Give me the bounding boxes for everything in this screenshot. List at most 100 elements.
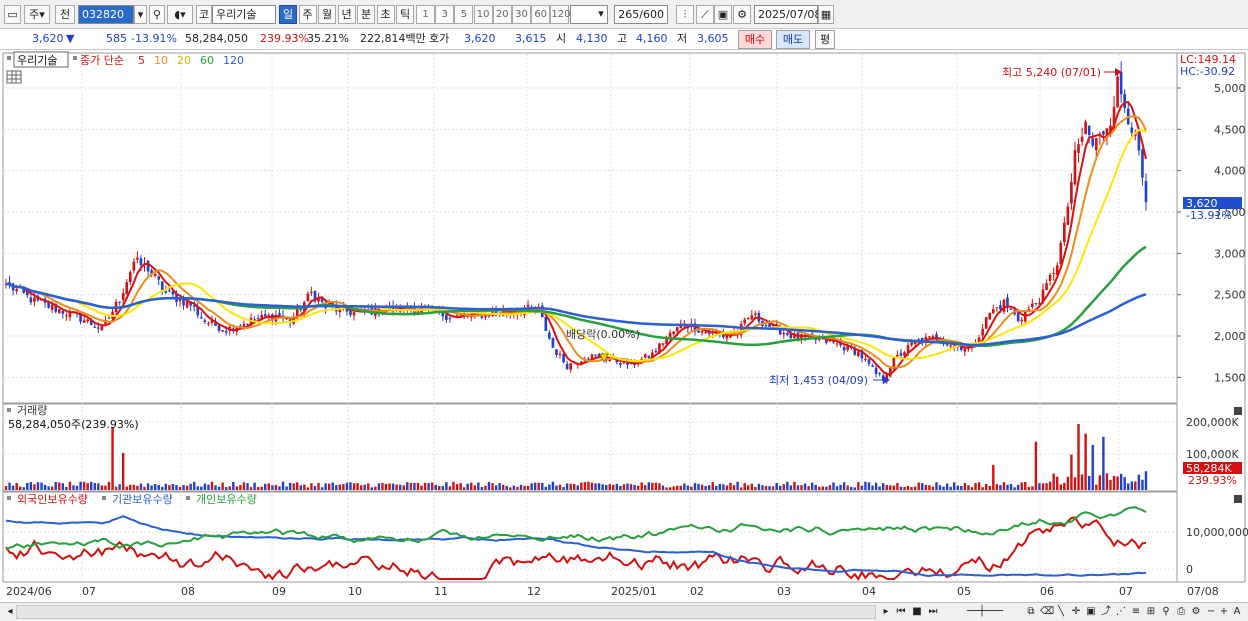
count-field[interactable]: 265/600 (614, 5, 668, 24)
stock-name-field[interactable]: 우리기술 (212, 5, 276, 24)
volume-bar (26, 482, 29, 490)
scroll-right-icon[interactable]: ▸ (880, 605, 892, 619)
date-input[interactable]: 2025/07/08 (754, 5, 821, 24)
minute-option-button[interactable]: 5 (454, 5, 474, 24)
candle-body (896, 354, 899, 357)
candle-body (128, 272, 132, 282)
grid-icon[interactable]: ⊞ (1145, 605, 1157, 619)
period-button[interactable]: 주 (298, 5, 317, 24)
volume-bar (299, 485, 302, 490)
period-button[interactable]: 틱 (396, 5, 414, 24)
high-label: 고 (617, 32, 628, 45)
fib-icon[interactable]: ≡ (1130, 605, 1142, 619)
period-button[interactable]: 년 (337, 5, 356, 24)
candle-body (1087, 125, 1091, 136)
auto-scale-icon[interactable]: A (1231, 605, 1243, 619)
minute-option-button[interactable]: 60 (531, 5, 551, 24)
zoom-out-icon[interactable]: − (1205, 605, 1217, 619)
next-page-icon[interactable]: ⏭ (927, 605, 939, 619)
scroll-left-icon[interactable]: ◂ (4, 605, 16, 619)
volume-bar (121, 452, 125, 490)
candle-body (164, 291, 168, 293)
settings-icon[interactable]: ⚙ (1190, 605, 1202, 619)
candle-body (97, 327, 100, 329)
chart-area[interactable]: 5,000 4,500 4,000 3,500 3,000 2,500 2,000 1,500… (0, 51, 1248, 602)
period-button[interactable]: 월 (318, 5, 336, 24)
x-axis-label: 03 (777, 585, 791, 598)
volume-bar (913, 486, 917, 490)
candle-body (558, 353, 562, 356)
minute-option-button[interactable]: 120 (550, 5, 570, 24)
code-dropdown-icon[interactable]: ▾ (134, 5, 147, 24)
channel-icon[interactable]: ⋰ (1115, 605, 1127, 619)
window-menu-icon[interactable]: ▭ (4, 5, 21, 24)
print-icon[interactable]: ⎙ (1175, 605, 1187, 619)
volume-bar (100, 485, 104, 490)
erase-icon[interactable]: ⌫ (1040, 605, 1054, 619)
candle-body (1080, 136, 1084, 142)
volume-panel-close-icon[interactable] (1234, 407, 1242, 415)
sell-button[interactable]: 매도 (776, 30, 810, 49)
trend-icon[interactable]: ⤴ (1100, 605, 1112, 619)
candle-body (544, 317, 548, 331)
period-button[interactable]: 분 (357, 5, 375, 24)
crosshair-icon[interactable]: ✛ (1070, 605, 1082, 619)
volume-bar (850, 486, 853, 490)
volume-bar (622, 484, 626, 490)
volume-panel[interactable] (2, 403, 1178, 492)
volume-bar (1102, 436, 1105, 490)
copy-icon[interactable]: ⧉ (1025, 605, 1037, 619)
chart-svg[interactable]: 5,0004,5004,0003,5003,0002,5002,0001,500… (0, 51, 1248, 602)
volume-bar (427, 483, 430, 490)
zoom-in-icon[interactable]: + (1218, 605, 1230, 619)
buy-button[interactable]: 매수 (738, 30, 772, 49)
minute-option-button[interactable]: 3 (435, 5, 455, 24)
period-button[interactable]: 초 (376, 5, 395, 24)
volume-bar (960, 486, 963, 490)
zoom-slider[interactable]: ──┼─── (950, 605, 1020, 619)
volume-bar (324, 483, 327, 490)
candle-body (984, 317, 988, 329)
table-icon[interactable] (6, 70, 22, 84)
volume-bar (544, 486, 548, 490)
average-button[interactable]: 평 (815, 30, 835, 49)
volume-bar (310, 483, 313, 490)
calendar-icon[interactable]: ▦ (818, 5, 834, 24)
period-button[interactable]: 일 (279, 5, 297, 24)
gear-icon[interactable]: ⚙ (733, 5, 751, 24)
volume-bar (835, 486, 839, 490)
candle-body (107, 317, 111, 319)
stock-code-input[interactable]: 032820 (78, 5, 134, 24)
draw-tool-icon[interactable]: ⟋ (696, 5, 714, 24)
candle-body (835, 343, 839, 345)
minute-option-button[interactable]: 20 (492, 5, 512, 24)
candle-type-icon[interactable]: ⫶ (676, 5, 694, 24)
sound-icon[interactable]: ◖▾ (167, 5, 193, 24)
price-panel[interactable] (2, 52, 1178, 404)
volume-bar (977, 482, 981, 490)
minute-option-button[interactable]: 1 (416, 5, 435, 24)
minute-option-button[interactable]: 10 (473, 5, 493, 24)
candle-body (661, 343, 665, 345)
bid-label: 호가 (429, 32, 450, 45)
candle-body (764, 325, 768, 327)
market-type-select[interactable]: 주▾ (24, 5, 50, 24)
market-prefix[interactable]: 코 (196, 5, 212, 24)
prev-button[interactable]: 전 (55, 5, 75, 24)
search-icon[interactable]: ⚲ (149, 5, 165, 24)
search-zoom-icon[interactable]: ⚲ (1160, 605, 1172, 619)
current-price: 3,620 (32, 32, 64, 45)
first-page-icon[interactable]: ⏮ (895, 605, 907, 619)
box-icon[interactable]: ▣ (1085, 605, 1097, 619)
candle-body (50, 304, 54, 310)
stop-icon[interactable]: ■ (911, 605, 923, 619)
volume-bar (800, 485, 803, 490)
volume-bar (271, 485, 274, 490)
line-icon[interactable]: ╲ (1055, 605, 1067, 619)
save-icon[interactable]: ▣ (714, 5, 732, 24)
minute-dropdown-icon[interactable]: ▾ (594, 5, 608, 24)
minute-option-button[interactable]: 30 (512, 5, 531, 24)
holder-panel-close-icon[interactable] (1234, 495, 1242, 503)
horizontal-scrollbar[interactable] (16, 605, 876, 619)
volume-bar (249, 487, 253, 490)
